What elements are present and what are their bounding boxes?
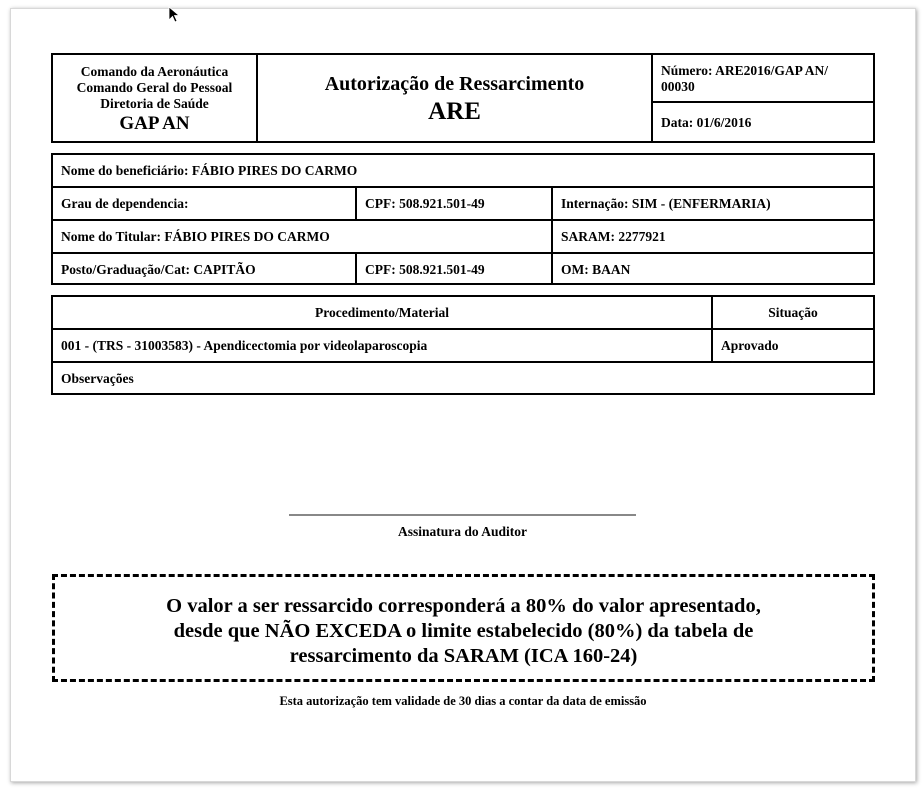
table-row: Observações <box>53 363 873 396</box>
table-row: Nome do Titular: FÁBIO PIRES DO CARMO SA… <box>53 221 873 254</box>
table-row: Grau de dependencia: CPF: 508.921.501-49… <box>53 188 873 221</box>
document-header: Comando da Aeronáutica Comando Geral do … <box>51 53 875 143</box>
number-date-block: Número: ARE2016/GAP AN/ 00030 Data: 01/6… <box>653 55 873 141</box>
title-block: Autorização de Ressarcimento ARE <box>258 55 653 141</box>
authorization-number: Número: ARE2016/GAP AN/ 00030 <box>653 55 873 103</box>
document-title-abbr: ARE <box>428 98 481 125</box>
titular-cpf: CPF: 508.921.501-49 <box>355 254 551 285</box>
beneficiary-table: Nome do beneficiário: FÁBIO PIRES DO CAR… <box>51 153 875 285</box>
beneficiary-cpf: CPF: 508.921.501-49 <box>355 188 551 219</box>
observations-label: Observações <box>61 371 134 386</box>
org-line-3: Diretoria de Saúde <box>100 96 209 111</box>
number-line-1: Número: ARE2016/GAP AN/ <box>661 63 829 78</box>
org-line-1: Comando da Aeronáutica <box>80 64 229 79</box>
notice-line-3: ressarcimento da SARAM (ICA 160-24) <box>289 645 638 667</box>
document-title: Autorização de Ressarcimento <box>324 73 585 95</box>
column-header-procedure: Procedimento/Material <box>315 305 449 320</box>
table-header-row: Procedimento/Material Situação <box>53 297 873 330</box>
hospitalization: Internação: SIM - (ENFERMARIA) <box>551 188 873 219</box>
reimbursement-notice: O valor a ser ressarcido corresponderá a… <box>52 574 875 682</box>
notice-line-2: desde que NÃO EXCEDA o limite estabeleci… <box>173 620 754 642</box>
number-line-2: 00030 <box>661 79 695 94</box>
beneficiary-name: Nome do beneficiário: FÁBIO PIRES DO CAR… <box>61 163 358 178</box>
issue-date: Data: 01/6/2016 <box>661 115 752 130</box>
procedure-table: Procedimento/Material Situação 001 - (TR… <box>51 295 875 395</box>
mouse-pointer-icon <box>168 6 181 23</box>
table-row: Posto/Graduação/Cat: CAPITÃO CPF: 508.92… <box>53 254 873 287</box>
procedure-description: 001 - (TRS - 31003583) - Apendicectomia … <box>61 338 428 353</box>
validity-note: Esta autorização tem validade de 30 dias… <box>279 694 647 708</box>
notice-line-1: O valor a ser ressarcido corresponderá a… <box>166 595 761 617</box>
signature-line <box>289 514 636 516</box>
dependency-degree: Grau de dependencia: <box>61 196 189 211</box>
military-organization: OM: BAAN <box>551 254 873 285</box>
signature-label: Assinatura do Auditor <box>397 524 528 539</box>
column-header-status: Situação <box>711 297 873 328</box>
table-row: Nome do beneficiário: FÁBIO PIRES DO CAR… <box>53 155 873 188</box>
rank: Posto/Graduação/Cat: CAPITÃO <box>61 262 256 277</box>
saram-number: SARAM: 2277921 <box>551 221 873 252</box>
org-line-2: Comando Geral do Pessoal <box>76 80 233 95</box>
procedure-status: Aprovado <box>711 330 873 361</box>
titular-name: Nome do Titular: FÁBIO PIRES DO CARMO <box>61 229 330 244</box>
table-row: 001 - (TRS - 31003583) - Apendicectomia … <box>53 330 873 363</box>
org-unit: GAP AN <box>119 113 190 134</box>
organization-block: Comando da Aeronáutica Comando Geral do … <box>53 55 258 141</box>
